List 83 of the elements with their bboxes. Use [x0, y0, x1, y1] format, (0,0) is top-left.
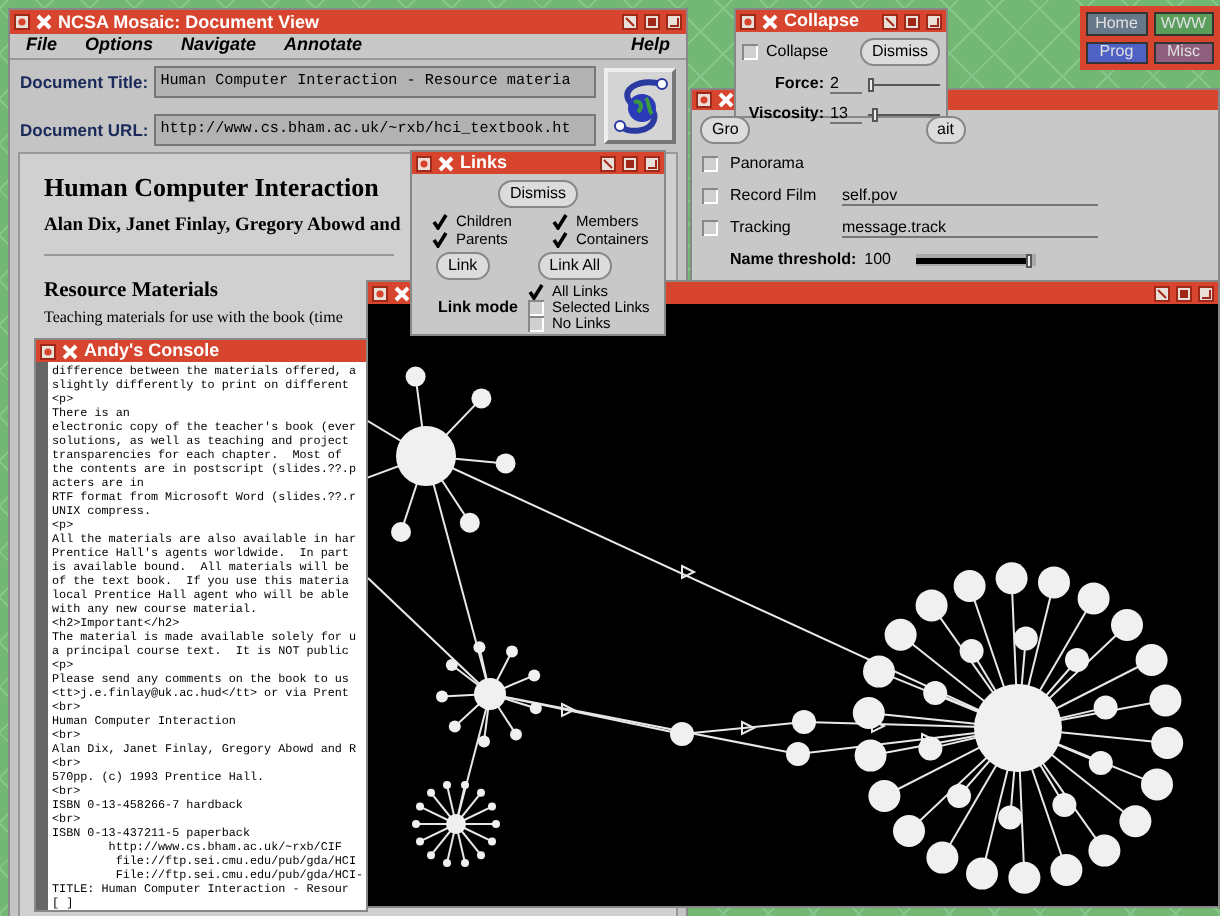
- button[interactable]: Link: [435, 252, 490, 280]
- field-label: Link mode: [438, 296, 519, 320]
- resize-icon[interactable]: [644, 155, 660, 171]
- menu-item[interactable]: Annotate: [284, 32, 363, 60]
- window-menu-icon[interactable]: [14, 14, 30, 30]
- menu-item[interactable]: Navigate: [181, 32, 257, 60]
- arrowhead-icon: [681, 564, 697, 580]
- slider-thumb[interactable]: [872, 107, 879, 121]
- logo-button[interactable]: [604, 68, 676, 144]
- resize-icon[interactable]: [1198, 285, 1214, 301]
- window-menu-icon[interactable]: [740, 13, 756, 29]
- arrowhead-icon: [741, 720, 757, 736]
- arrowhead-icon: [561, 702, 577, 718]
- close-icon[interactable]: [62, 343, 78, 359]
- resize-icon[interactable]: [926, 13, 942, 29]
- text-field[interactable]: self.pov: [842, 187, 1098, 205]
- maximize-icon[interactable]: [1176, 285, 1192, 301]
- window-title: Links: [460, 154, 508, 172]
- window-menu-icon[interactable]: [696, 92, 712, 108]
- close-icon[interactable]: [718, 92, 734, 108]
- slider-thumb[interactable]: [1026, 253, 1033, 267]
- checkbox[interactable]: [528, 300, 545, 316]
- checkbox[interactable]: [742, 44, 758, 60]
- close-icon[interactable]: [36, 14, 52, 30]
- menu-item[interactable]: Options: [85, 32, 154, 60]
- checkmark-icon[interactable]: [432, 213, 448, 229]
- iconify-icon[interactable]: [882, 13, 898, 29]
- slider-value: 2: [830, 75, 862, 93]
- paragraph-text: Teaching materials for use with the book (time: [44, 310, 343, 326]
- checkbox-label: Collapse: [766, 40, 829, 64]
- checkbox[interactable]: [702, 220, 718, 236]
- text-field[interactable]: message.track: [842, 219, 1098, 237]
- button[interactable]: Link All: [537, 252, 612, 280]
- slider-value: 13: [830, 105, 862, 123]
- resize-icon[interactable]: [666, 14, 682, 30]
- maximize-icon[interactable]: [904, 13, 920, 29]
- checkmark-icon[interactable]: [528, 284, 545, 300]
- close-icon[interactable]: [762, 13, 778, 29]
- toggle-label: Record Film: [730, 184, 819, 208]
- arrowhead-icon: [871, 718, 887, 734]
- nav-button[interactable]: Misc: [1153, 41, 1214, 64]
- globe-logo-icon: [614, 78, 668, 134]
- nav-button[interactable]: Prog: [1086, 41, 1147, 64]
- checkbox[interactable]: [702, 156, 718, 172]
- slider-value: 100: [864, 248, 893, 272]
- button[interactable]: ait: [925, 116, 966, 144]
- checkmark-icon[interactable]: [552, 231, 568, 247]
- iconify-icon[interactable]: [622, 14, 638, 30]
- authors-text: Alan Dix, Janet Finlay, Gregory Abowd and: [44, 218, 401, 237]
- maximize-icon[interactable]: [622, 155, 638, 171]
- window-menu-icon[interactable]: [416, 155, 432, 171]
- button[interactable]: Dismiss: [860, 38, 940, 66]
- checkbox[interactable]: [702, 188, 718, 204]
- field-label: Document Title:: [20, 69, 149, 95]
- toggle-label: Panorama: [730, 152, 806, 176]
- button[interactable]: Dismiss: [498, 180, 578, 208]
- window-menu-icon[interactable]: [40, 343, 56, 359]
- slider-thumb[interactable]: [867, 77, 874, 91]
- window-title: NCSA Mosaic: Document View: [58, 13, 320, 31]
- slider-track[interactable]: [868, 78, 940, 90]
- close-icon[interactable]: [394, 285, 410, 301]
- checkmark-icon[interactable]: [552, 213, 568, 229]
- field-label: Document URL:: [20, 117, 149, 143]
- toggle-label: Tracking: [730, 216, 793, 240]
- menu-item[interactable]: Help: [630, 32, 670, 60]
- checkmark-icon[interactable]: [432, 231, 448, 247]
- button[interactable]: Gro: [700, 116, 751, 144]
- maximize-icon[interactable]: [644, 14, 660, 30]
- checkbox[interactable]: [528, 316, 545, 332]
- close-icon[interactable]: [438, 155, 454, 171]
- menu-item[interactable]: File: [26, 32, 58, 60]
- window-menu-icon[interactable]: [372, 285, 388, 301]
- window-title: Collapse: [784, 12, 860, 30]
- slider-track[interactable]: [868, 108, 940, 120]
- page-heading: Human Computer Interaction: [44, 174, 379, 200]
- section-heading: Resource Materials: [44, 281, 218, 302]
- slider-label: Viscosity:: [746, 102, 824, 126]
- slider-track[interactable]: [916, 254, 1037, 266]
- window-title: Andy's Console: [84, 342, 220, 360]
- slider-label: Force:: [773, 72, 824, 96]
- slider-label: Name threshold:: [730, 248, 857, 272]
- iconify-icon[interactable]: [1154, 285, 1170, 301]
- iconify-icon[interactable]: [600, 155, 616, 171]
